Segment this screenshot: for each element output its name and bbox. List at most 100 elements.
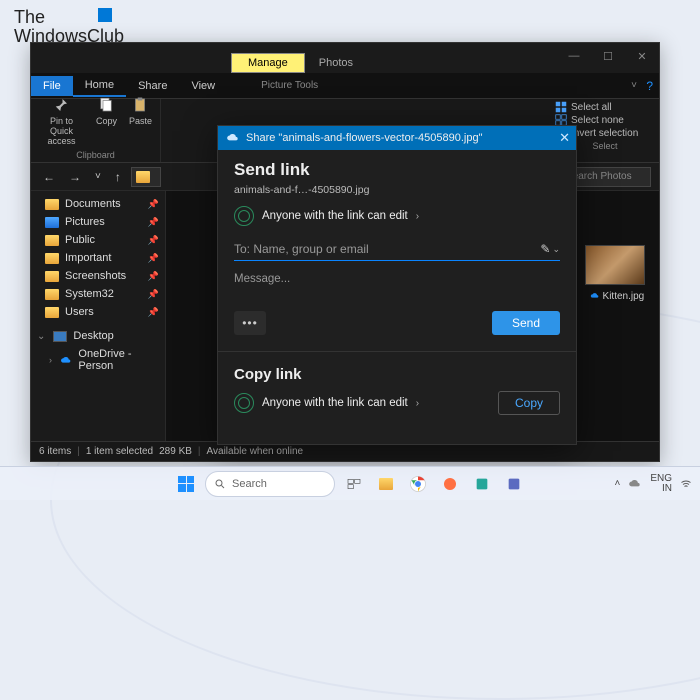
cloud-icon: [226, 133, 240, 143]
back-button[interactable]: ←: [39, 168, 59, 186]
nav-sidebar: Documents📌 Pictures📌 Public📌 Important📌 …: [31, 191, 166, 441]
status-selected: 1 item selected: [86, 446, 153, 457]
app-icon: [474, 476, 490, 492]
copy-button[interactable]: Copy: [92, 94, 121, 128]
context-tab-manage[interactable]: Manage: [231, 53, 305, 73]
share-title-text: Share "animals-and-flowers-vector-450589…: [246, 132, 483, 144]
browser-icon: [442, 476, 458, 492]
globe-icon: [234, 393, 254, 413]
status-item-count: 6 items: [39, 446, 71, 457]
status-size: 289 KB: [159, 446, 192, 457]
permission-label: Anyone with the link can edit: [262, 210, 408, 222]
search-icon: [214, 478, 226, 490]
sidebar-item-system32[interactable]: System32📌: [31, 285, 165, 303]
ribbon-group-clipboard: Pin to Quick access Copy Paste Clipboard: [31, 99, 161, 162]
permission-selector[interactable]: Anyone with the link can edit ›: [234, 206, 560, 226]
cloud-icon: [60, 355, 72, 366]
chevron-right-icon: ›: [49, 355, 52, 365]
status-availability: Available when online: [207, 446, 304, 457]
onedrive-tray-icon[interactable]: [628, 479, 642, 489]
file-thumb-kitten[interactable]: Kitten.jpg: [585, 245, 649, 302]
taskbar-app-generic[interactable]: [469, 471, 495, 497]
task-view-icon: [346, 476, 362, 492]
divider: [218, 351, 576, 352]
taskbar-app-explorer[interactable]: [373, 471, 399, 497]
pin-to-quick-access-button[interactable]: Pin to Quick access: [35, 94, 88, 148]
close-button[interactable]: ✕: [625, 43, 659, 69]
globe-icon: [234, 206, 254, 226]
recipients-input[interactable]: [234, 242, 540, 256]
sidebar-item-users[interactable]: Users📌: [31, 303, 165, 321]
taskbar-app-chrome[interactable]: [405, 471, 431, 497]
sidebar-item-pictures[interactable]: Pictures📌: [31, 213, 165, 231]
taskbar-app-generic-2[interactable]: [501, 471, 527, 497]
copy-button[interactable]: Copy: [498, 391, 560, 415]
ribbon-collapse-icon[interactable]: ˅: [631, 80, 637, 91]
thumb-label: Kitten.jpg: [603, 291, 645, 302]
help-icon[interactable]: ?: [646, 79, 653, 93]
titlebar[interactable]: Manage Photos — ☐ ✕: [31, 43, 659, 73]
minimize-button[interactable]: —: [557, 43, 591, 69]
copy-permission-label: Anyone with the link can edit: [262, 397, 408, 409]
paste-icon: [131, 96, 149, 114]
pin-icon: 📌: [148, 271, 159, 282]
taskbar: Search ˄ ENGIN: [0, 466, 700, 500]
tray-chevron-icon[interactable]: ˄: [614, 478, 620, 489]
wifi-icon[interactable]: [680, 478, 692, 490]
folder-icon: [136, 171, 150, 183]
sidebar-item-onedrive[interactable]: ›OneDrive - Person: [31, 345, 165, 375]
share-titlebar[interactable]: Share "animals-and-flowers-vector-450589…: [218, 126, 576, 150]
ribbon-label-clipboard: Clipboard: [76, 150, 115, 162]
folder-icon: [379, 478, 393, 490]
more-options-button[interactable]: •••: [234, 311, 266, 335]
sidebar-item-documents[interactable]: Documents📌: [31, 195, 165, 213]
sidebar-item-public[interactable]: Public📌: [31, 231, 165, 249]
site-watermark: The WindowsClub: [14, 8, 124, 46]
chevron-right-icon: ›: [416, 211, 419, 222]
thumbnail-image: [585, 245, 645, 285]
send-button[interactable]: Send: [492, 311, 560, 335]
share-filename: animals-and-f…-4505890.jpg: [234, 184, 560, 196]
pin-icon: 📌: [148, 235, 159, 246]
language-indicator[interactable]: ENGIN: [650, 474, 672, 494]
message-input[interactable]: Message...: [234, 273, 560, 285]
context-group-photos: Photos: [305, 54, 367, 72]
address-bar[interactable]: [131, 167, 161, 187]
system-tray[interactable]: ˄ ENGIN: [614, 474, 692, 494]
pin-icon: 📌: [148, 199, 159, 210]
paste-button[interactable]: Paste: [125, 94, 156, 128]
maximize-button[interactable]: ☐: [591, 43, 625, 69]
pin-icon: 📌: [148, 307, 159, 318]
pin-icon: 📌: [148, 289, 159, 300]
chrome-icon: [409, 475, 427, 493]
task-view-button[interactable]: [341, 471, 367, 497]
windows-icon: [178, 476, 194, 492]
copy-link-heading: Copy link: [234, 366, 560, 383]
desktop-icon: [53, 331, 67, 342]
forward-button[interactable]: →: [65, 168, 85, 186]
tab-view[interactable]: View: [179, 76, 227, 96]
recent-button[interactable]: ˅: [91, 169, 105, 184]
sidebar-item-desktop[interactable]: Desktop: [31, 327, 165, 345]
recipients-row: ✎ ⌄: [234, 238, 560, 261]
sidebar-item-screenshots[interactable]: Screenshots📌: [31, 267, 165, 285]
pin-icon: [52, 96, 70, 114]
copy-permission-selector[interactable]: Anyone with the link can edit ›: [234, 393, 419, 413]
tab-picture-tools[interactable]: Picture Tools: [249, 76, 330, 95]
pin-icon: 📌: [148, 253, 159, 264]
start-button[interactable]: [173, 471, 199, 497]
cloud-sync-icon: [590, 292, 600, 300]
send-link-heading: Send link: [234, 160, 560, 180]
taskbar-app-browser[interactable]: [437, 471, 463, 497]
chevron-down-icon[interactable]: ⌄: [552, 244, 560, 255]
edit-permission-icon[interactable]: ✎: [540, 242, 550, 256]
taskbar-search[interactable]: Search: [205, 471, 335, 497]
share-dialog: Share "animals-and-flowers-vector-450589…: [217, 125, 577, 445]
pin-icon: 📌: [148, 217, 159, 228]
share-close-button[interactable]: ✕: [559, 130, 570, 146]
chevron-right-icon: ›: [416, 398, 419, 409]
select-all-button[interactable]: Select all: [555, 101, 655, 113]
up-button[interactable]: ↑: [111, 168, 125, 186]
app-icon: [506, 476, 522, 492]
sidebar-item-important[interactable]: Important📌: [31, 249, 165, 267]
